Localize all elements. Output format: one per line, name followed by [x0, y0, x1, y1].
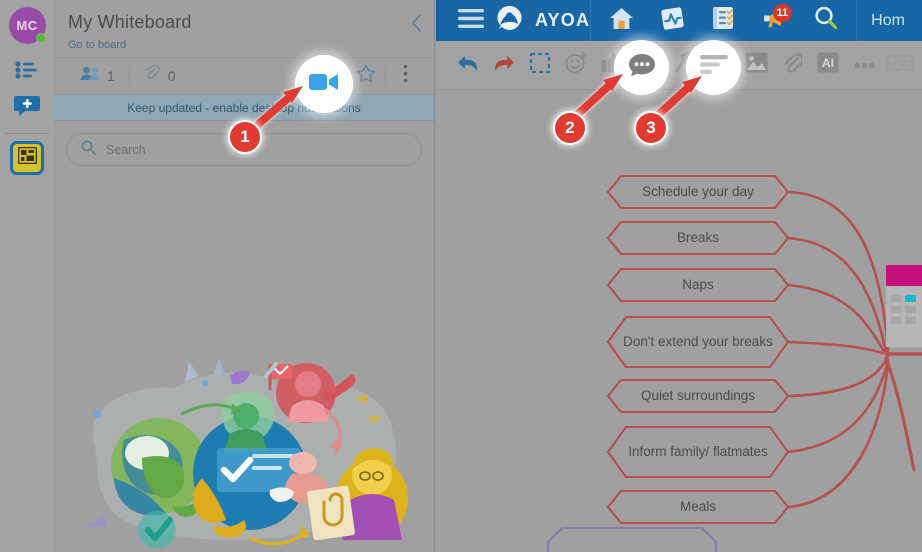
add-reaction-icon	[564, 51, 588, 79]
activity-pulse-icon	[661, 6, 684, 35]
mindmap-node-label: Meals	[679, 499, 716, 515]
video-call-spotlight-icon-wrap[interactable]	[295, 55, 353, 113]
mindmap-node[interactable]: Breaks	[608, 221, 788, 255]
hamburger-menu-icon[interactable]	[458, 8, 484, 33]
screen: MC My Whiteboard Go to board 1 0 Keep up…	[0, 0, 922, 552]
ai-icon: AI	[817, 52, 839, 78]
add-reaction-button[interactable]	[558, 47, 594, 83]
mindmap-node-label: Schedule your day	[642, 184, 754, 200]
attachments-count: 0	[167, 68, 176, 84]
collaboration-illustration	[82, 358, 408, 548]
search-icon	[81, 140, 96, 160]
card-checklist-icon	[886, 54, 914, 76]
top-navigation-bar: AYOA 11 Hom	[436, 0, 922, 41]
mindmap-node-label: Don't extend your breaks	[623, 334, 773, 350]
announcements-nav-button[interactable]: 11	[750, 0, 799, 41]
svg-text:AI: AI	[822, 56, 834, 70]
home-icon	[609, 7, 634, 35]
tasks-list-icon	[15, 60, 39, 84]
mindmap-node[interactable]: Meals	[608, 490, 788, 524]
more-horizontal-icon	[853, 56, 875, 74]
video-camera-icon	[309, 72, 339, 97]
text-format-icon	[699, 55, 728, 80]
tasks-board-icon	[712, 6, 735, 35]
mindmap-node[interactable]: Inform family/ flatmates	[608, 428, 788, 476]
select-area-button[interactable]	[522, 47, 558, 83]
mindmap-node[interactable]: Don't extend your breaks	[608, 318, 788, 366]
mindmap-node[interactable]: Schedule your day	[608, 175, 788, 209]
comment-icon	[628, 53, 656, 82]
go-to-board-link[interactable]: Go to board	[68, 39, 420, 51]
mindmap-node-label: Breaks	[676, 230, 720, 246]
annotation-marker-number: 1	[240, 127, 250, 146]
annotation-marker-1: 1	[228, 120, 262, 154]
canvas-toolbar: AI	[436, 41, 922, 90]
star-icon	[356, 64, 376, 88]
home-breadcrumb[interactable]: Hom	[857, 12, 905, 30]
vertical-dots-icon	[403, 64, 408, 88]
brand-name: AYOA	[535, 10, 591, 30]
search-placeholder: Search	[106, 142, 146, 157]
members-stat[interactable]: 1	[66, 66, 129, 86]
image-icon	[745, 52, 768, 78]
search-nav-button[interactable]	[801, 0, 850, 41]
announcements-badge: 11	[772, 4, 793, 22]
mindmap-node-label: Inform family/ flatmates	[628, 444, 768, 460]
home-nav-button[interactable]	[597, 0, 646, 41]
actions-divider	[385, 66, 386, 86]
undo-icon	[457, 54, 479, 77]
mindmap-node[interactable]: Naps	[608, 268, 788, 302]
side-card-preview[interactable]	[886, 265, 922, 347]
undo-button[interactable]	[450, 47, 486, 83]
page-title: My Whiteboard	[68, 12, 192, 32]
online-status-dot	[35, 33, 46, 43]
favourite-button[interactable]	[349, 61, 383, 91]
attachment-icon	[144, 64, 161, 87]
image-button[interactable]	[738, 47, 774, 83]
mindmap-canvas[interactable]: Schedule your day Breaks Naps Don't exte…	[436, 90, 922, 552]
brand-group: AYOA	[436, 0, 590, 41]
text-format-spotlight-icon-wrap[interactable]	[686, 40, 741, 95]
new-chat-icon	[14, 94, 40, 123]
rail-divider	[5, 133, 49, 134]
whiteboard-header: My Whiteboard Go to board	[54, 0, 434, 57]
annotation-marker-2: 2	[553, 111, 587, 145]
attachment-button[interactable]	[774, 47, 810, 83]
paperclip-icon	[783, 52, 803, 79]
mindmap-node-label: Quiet surroundings	[640, 388, 756, 404]
tasks-nav-button[interactable]	[699, 0, 748, 41]
members-count: 1	[107, 68, 115, 84]
whiteboard-icon	[17, 146, 37, 169]
mindmap-node[interactable]: Quiet surroundings	[608, 379, 788, 413]
left-rail: MC	[0, 0, 54, 552]
collapse-panel-button[interactable]	[411, 14, 422, 35]
whiteboard-stats-bar: 1 0	[54, 57, 434, 95]
annotation-marker-3: 3	[634, 111, 668, 145]
redo-icon	[493, 54, 515, 77]
whiteboard-panel: My Whiteboard Go to board 1 0 Keep updat…	[54, 0, 435, 552]
ayoa-logo-icon[interactable]	[496, 5, 523, 36]
sidebar-item-tasks[interactable]	[5, 54, 49, 90]
more-tools-button[interactable]	[846, 47, 882, 83]
search-icon	[814, 6, 838, 35]
card-view-button[interactable]	[882, 47, 918, 83]
attachments-stat[interactable]: 0	[130, 64, 190, 87]
mindmap-node-label: Naps	[682, 277, 714, 293]
sidebar-item-new-chat[interactable]	[5, 90, 49, 126]
avatar-initials: MC	[16, 18, 38, 33]
select-area-icon	[529, 52, 551, 78]
comment-spotlight-icon-wrap[interactable]	[614, 40, 669, 95]
notification-banner[interactable]: Keep updated - enable desktop notificati…	[54, 95, 434, 121]
topbar-icon-group: 11	[591, 0, 856, 41]
more-options-button[interactable]	[388, 61, 422, 91]
avatar[interactable]: MC	[8, 7, 46, 44]
annotation-marker-number: 3	[646, 118, 656, 137]
sidebar-item-whiteboard[interactable]	[5, 140, 49, 176]
redo-button[interactable]	[486, 47, 522, 83]
whiteboard-empty-state	[54, 176, 434, 548]
activity-nav-button[interactable]	[648, 0, 697, 41]
members-icon	[80, 66, 100, 86]
ai-button[interactable]: AI	[810, 47, 846, 83]
annotation-marker-number: 2	[565, 118, 575, 137]
